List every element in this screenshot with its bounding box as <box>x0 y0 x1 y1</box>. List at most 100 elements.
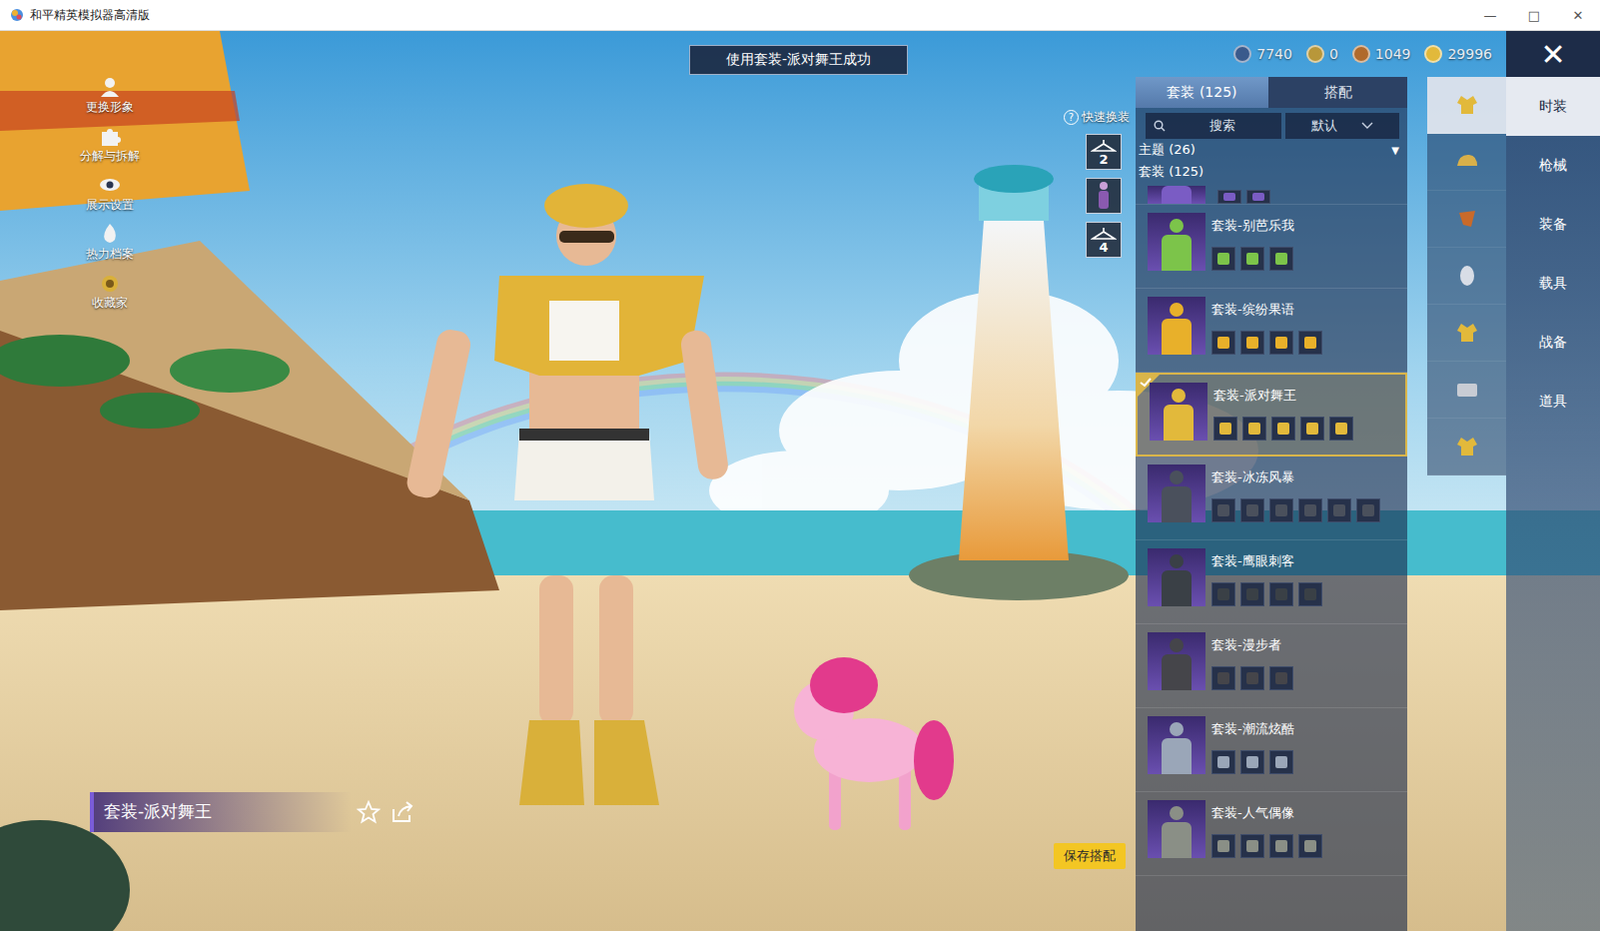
nav-item[interactable]: 装备 <box>1506 194 1600 254</box>
flame-icon <box>97 221 122 246</box>
character-figure <box>404 183 731 805</box>
quick-change-slot[interactable]: 4 <box>1085 221 1122 258</box>
suit-thumbnail <box>1147 464 1206 523</box>
suit-thumbnail <box>1147 800 1206 858</box>
piece-icon <box>1240 666 1265 691</box>
piece-icon <box>1269 498 1294 523</box>
window-control[interactable]: ✕ <box>1556 7 1600 23</box>
piece-icon <box>1269 330 1294 355</box>
currency: 0 <box>1306 44 1339 63</box>
piece-icon <box>1269 666 1294 691</box>
person-icon <box>97 74 122 99</box>
piece-icon <box>1298 833 1323 858</box>
main-nav: ✕ 时装枪械装备载具战备道具 <box>1506 30 1600 931</box>
quick-change-slot[interactable] <box>1085 177 1122 214</box>
piece-icon <box>1211 582 1236 607</box>
help-button[interactable]: ? <box>1063 109 1079 125</box>
piece-icon <box>1211 750 1236 775</box>
suit-item[interactable]: 套装-缤纷果语 <box>1135 288 1408 373</box>
suit-thumbnail <box>1147 716 1206 775</box>
piece-icon <box>1211 330 1236 355</box>
left-menu: 更换形象 分解与拆解 展示设置 热力档案 收藏家 <box>57 74 162 312</box>
left-menu-item[interactable]: 收藏家 <box>91 270 128 312</box>
piece-icon <box>1271 416 1296 441</box>
category-item[interactable] <box>1427 190 1507 248</box>
pony-figure <box>794 657 954 830</box>
suit-item[interactable]: 套装-人气偶像 <box>1135 792 1408 876</box>
left-menu-item[interactable]: 热力档案 <box>85 221 134 263</box>
suit-thumbnail <box>1147 296 1206 355</box>
suit-thumbnail <box>1147 632 1206 691</box>
currency: 7740 <box>1233 44 1293 63</box>
piece-icon <box>1269 833 1294 858</box>
piece-icon <box>1269 750 1294 775</box>
star-icon[interactable] <box>355 799 382 825</box>
category-item[interactable] <box>1427 133 1507 191</box>
currency: 1049 <box>1352 44 1412 63</box>
piece-icon <box>1240 246 1265 271</box>
piece-icon <box>1211 666 1236 691</box>
title-bar: 和平精英模拟器高清版 —□✕ <box>0 0 1600 31</box>
suit-item[interactable]: 套装-冰冻风暴 <box>1135 456 1408 541</box>
nav-item[interactable]: 载具 <box>1506 253 1600 313</box>
piece-icon <box>1298 582 1323 607</box>
suit-thumbnail <box>1147 185 1206 204</box>
eye-icon <box>97 172 122 197</box>
search-icon <box>1153 119 1166 132</box>
suit-panel: 套装 (125)搭配 搜索 默认 主题 (26) ▼ 套装 (125) 套装-别… <box>1135 76 1408 931</box>
category-icon <box>1453 261 1482 290</box>
suit-thumbnail <box>1147 212 1206 271</box>
currency-bar: 7740 0 1049 29996 <box>1135 30 1507 77</box>
hanger-icon <box>1090 226 1117 241</box>
panel-tab[interactable]: 搭配 <box>1268 76 1408 108</box>
suit-thumbnail <box>1149 382 1208 441</box>
coin-icon <box>1424 44 1443 63</box>
theme-filter[interactable]: 主题 (26) ▼ <box>1135 138 1408 161</box>
nav-item[interactable]: 枪械 <box>1506 135 1600 195</box>
chevron-down-icon <box>1361 121 1374 130</box>
piece-icon <box>1356 498 1381 523</box>
category-icon <box>1453 375 1482 404</box>
left-menu-item[interactable]: 更换形象 <box>85 74 134 116</box>
piece-icon <box>1242 416 1267 441</box>
save-outfit-button[interactable]: 保存搭配 <box>1053 842 1126 869</box>
category-item[interactable] <box>1427 76 1507 134</box>
suit-item[interactable] <box>1135 182 1408 205</box>
piece-icon <box>1327 498 1352 523</box>
suit-thumbnail <box>1147 548 1206 607</box>
left-menu-item[interactable]: 展示设置 <box>85 172 134 214</box>
suit-item[interactable]: 套装-潮流炫酷 <box>1135 708 1408 793</box>
piece-icon <box>1211 498 1236 523</box>
share-icon[interactable] <box>389 799 416 825</box>
category-item[interactable] <box>1427 361 1507 419</box>
window-control[interactable]: □ <box>1512 7 1557 23</box>
nav-item[interactable]: 战备 <box>1506 312 1600 372</box>
piece-icon <box>1298 330 1323 355</box>
sort-dropdown[interactable]: 默认 <box>1285 112 1400 139</box>
left-menu-item[interactable]: 分解与拆解 <box>79 123 140 165</box>
piece-icon <box>1240 582 1265 607</box>
suit-item[interactable]: 套装-别芭乐我 <box>1135 204 1408 289</box>
close-button[interactable]: ✕ <box>1506 30 1600 77</box>
quick-change-slot[interactable]: 2 <box>1085 133 1122 170</box>
category-item[interactable] <box>1427 247 1507 305</box>
piece-icon <box>1211 833 1236 858</box>
suit-item[interactable]: 套装-漫步者 <box>1135 624 1408 709</box>
category-icon <box>1453 90 1482 119</box>
category-item[interactable] <box>1427 418 1507 476</box>
piece-icon <box>1298 498 1323 523</box>
piece-icon <box>1240 833 1265 858</box>
piece-icon <box>1300 416 1325 441</box>
piece-icon <box>1240 498 1265 523</box>
window-title: 和平精英模拟器高清版 <box>29 6 150 24</box>
search-field[interactable]: 搜索 <box>1145 112 1282 139</box>
stage: 使用套装-派对舞王成功 更换形象 分解与拆解 展示设置 热力档案 收藏家 ? 快… <box>0 30 1136 931</box>
nav-item[interactable]: 道具 <box>1506 371 1600 431</box>
panel-tab[interactable]: 套装 (125) <box>1135 76 1269 108</box>
suit-item[interactable]: 套装-派对舞王 <box>1135 372 1408 457</box>
category-item[interactable] <box>1427 304 1507 362</box>
nav-item[interactable]: 时装 <box>1506 76 1600 136</box>
window-control[interactable]: — <box>1468 7 1513 23</box>
suit-item[interactable]: 套装-鹰眼刺客 <box>1135 540 1408 625</box>
section-heading: 套装 (125) <box>1135 160 1408 183</box>
